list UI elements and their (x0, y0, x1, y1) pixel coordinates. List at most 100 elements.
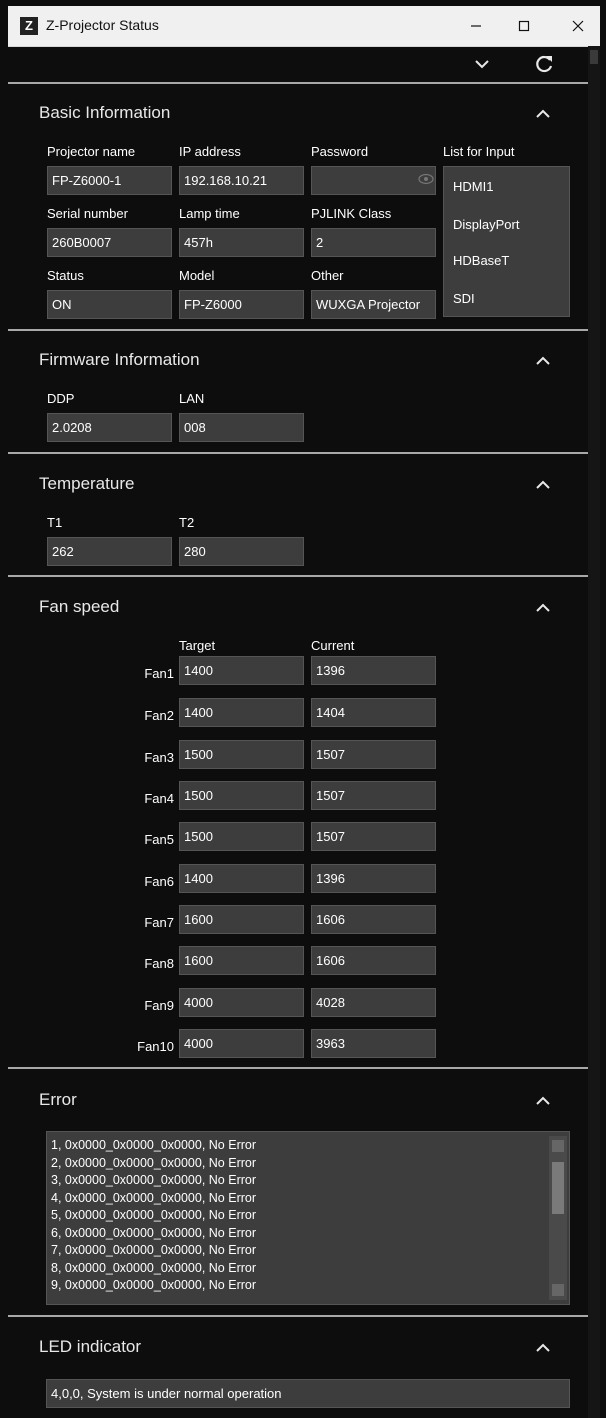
fan-target-field[interactable]: 1400 (179, 656, 304, 685)
scrollbar-thumb[interactable] (590, 50, 598, 64)
fan-target-field[interactable]: 1500 (179, 781, 304, 810)
t2-field[interactable]: 280 (179, 537, 304, 566)
input-list-item[interactable]: HDBaseT (453, 253, 509, 268)
status-field[interactable]: ON (47, 290, 172, 319)
separator (8, 575, 588, 577)
fan-label: Fan6 (144, 874, 174, 889)
pjlink-class-field[interactable]: 2 (311, 228, 436, 257)
collapse-fan-speed-icon[interactable] (535, 601, 551, 613)
fan-target-field[interactable]: 1500 (179, 740, 304, 769)
close-button[interactable] (556, 12, 600, 40)
collapse-basic-icon[interactable] (535, 107, 551, 119)
model-field[interactable]: FP-Z6000 (179, 290, 304, 319)
minimize-button[interactable] (454, 12, 498, 40)
firmware-information-title: Firmware Information (39, 350, 200, 369)
fan-label: Fan4 (144, 791, 174, 806)
separator (8, 329, 588, 331)
dropdown-button[interactable] (470, 52, 494, 76)
minimize-icon (471, 25, 481, 27)
fan-label: Fan7 (144, 915, 174, 930)
error-log-line: 5, 0x0000_0x0000_0x0000, No Error (51, 1208, 257, 1222)
window-scrollbar[interactable] (588, 46, 600, 1418)
led-indicator-field[interactable]: 4,0,0, System is under normal operation (46, 1379, 570, 1408)
serial-number-label: Serial number (47, 206, 128, 221)
collapse-led-icon[interactable] (535, 1341, 551, 1353)
fan-label: Fan2 (144, 708, 174, 723)
close-icon (572, 20, 584, 32)
separator (8, 1315, 588, 1317)
input-list-item[interactable]: HDMI1 (453, 179, 493, 194)
projector-status-window: Z Z-Projector Status Basic Information P… (0, 0, 606, 1418)
ddp-field[interactable]: 2.0208 (47, 413, 172, 442)
current-label: Current (311, 638, 355, 653)
password-reveal-icon[interactable] (418, 172, 434, 186)
scroll-up-arrow[interactable] (552, 1140, 564, 1152)
maximize-button[interactable] (502, 12, 546, 40)
refresh-button[interactable] (532, 52, 556, 76)
fan-target-field[interactable]: 4000 (179, 988, 304, 1017)
window-title: Z-Projector Status (46, 17, 159, 33)
collapse-error-icon[interactable] (535, 1094, 551, 1106)
serial-number-field[interactable]: 260B0007 (47, 228, 172, 257)
error-log-line: 7, 0x0000_0x0000_0x0000, No Error (51, 1243, 257, 1257)
fan-label: Fan8 (144, 956, 174, 971)
fan-current-field[interactable]: 1404 (311, 698, 436, 727)
fan-current-field[interactable]: 1507 (311, 822, 436, 851)
separator (8, 1067, 588, 1069)
fan-target-field[interactable]: 1400 (179, 698, 304, 727)
temperature-title: Temperature (39, 474, 135, 493)
pjlink-class-label: PJLINK Class (311, 206, 392, 221)
fan-current-field[interactable]: 1507 (311, 781, 436, 810)
model-label: Model (179, 268, 215, 283)
fan-current-field[interactable]: 1396 (311, 864, 436, 893)
scroll-down-arrow[interactable] (552, 1284, 564, 1296)
t1-field[interactable]: 262 (47, 537, 172, 566)
separator (8, 82, 588, 84)
ip-address-field[interactable]: 192.168.10.21 (179, 166, 304, 195)
input-list-item[interactable]: DisplayPort (453, 217, 519, 232)
lamp-time-label: Lamp time (179, 206, 240, 221)
error-title: Error (39, 1090, 77, 1109)
separator (8, 452, 588, 454)
fan-current-field[interactable]: 4028 (311, 988, 436, 1017)
lamp-time-field[interactable]: 457h (179, 228, 304, 257)
fan-label: Fan5 (144, 832, 174, 847)
fan-target-field[interactable]: 1600 (179, 905, 304, 934)
t2-label: T2 (179, 515, 195, 530)
other-field[interactable]: WUXGA Projector (311, 290, 436, 319)
error-log[interactable]: 1, 0x0000_0x0000_0x0000, No Error 2, 0x0… (46, 1131, 570, 1305)
fan-current-field[interactable]: 1507 (311, 740, 436, 769)
maximize-icon (518, 20, 530, 32)
fan-current-field[interactable]: 1396 (311, 656, 436, 685)
error-log-line: 3, 0x0000_0x0000_0x0000, No Error (51, 1173, 257, 1187)
lan-field[interactable]: 008 (179, 413, 304, 442)
refresh-icon (536, 55, 553, 73)
projector-name-field[interactable]: FP-Z6000-1 (47, 166, 172, 195)
other-label: Other (311, 268, 344, 283)
collapse-firmware-icon[interactable] (535, 354, 551, 366)
error-log-line: 8, 0x0000_0x0000_0x0000, No Error (51, 1261, 257, 1275)
error-log-line: 6, 0x0000_0x0000_0x0000, No Error (51, 1226, 257, 1240)
title-bar: Z Z-Projector Status (8, 6, 600, 47)
fan-label: Fan1 (144, 666, 174, 681)
input-list-item[interactable]: SDI (453, 291, 475, 306)
fan-current-field[interactable]: 1606 (311, 946, 436, 975)
fan-current-field[interactable]: 1606 (311, 905, 436, 934)
fan-current-field[interactable]: 3963 (311, 1029, 436, 1058)
error-log-line: 2, 0x0000_0x0000_0x0000, No Error (51, 1156, 257, 1170)
fan-target-field[interactable]: 1400 (179, 864, 304, 893)
basic-information-title: Basic Information (39, 103, 171, 122)
lan-label: LAN (179, 391, 205, 406)
error-log-scrollbar[interactable] (549, 1136, 567, 1300)
fan-target-field[interactable]: 1500 (179, 822, 304, 851)
fan-label: Fan3 (144, 750, 174, 765)
error-log-scroll-thumb[interactable] (552, 1162, 564, 1214)
fan-target-field[interactable]: 4000 (179, 1029, 304, 1058)
error-log-line: 9, 0x0000_0x0000_0x0000, No Error (51, 1278, 257, 1292)
toolbar (8, 46, 588, 82)
input-list[interactable]: HDMI1 DisplayPort HDBaseT SDI (443, 166, 570, 317)
app-logo-icon: Z (20, 17, 38, 35)
collapse-temperature-icon[interactable] (535, 478, 551, 490)
error-log-line: 1, 0x0000_0x0000_0x0000, No Error (51, 1138, 257, 1152)
fan-target-field[interactable]: 1600 (179, 946, 304, 975)
